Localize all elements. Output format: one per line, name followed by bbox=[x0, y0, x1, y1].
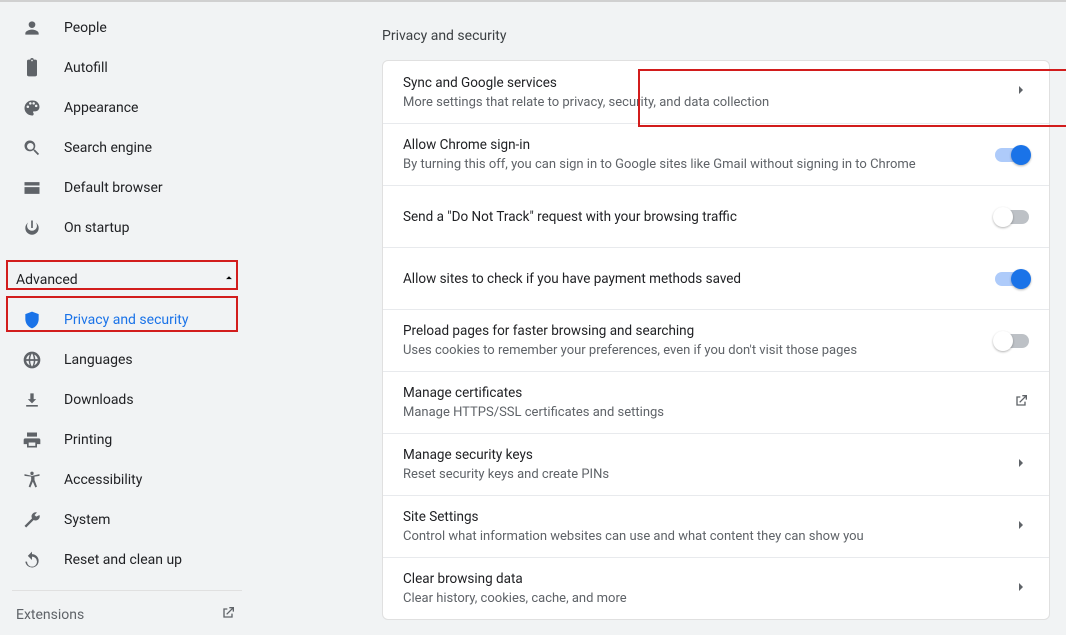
row-title: Send a "Do Not Track" request with your … bbox=[403, 209, 979, 225]
sidebar-item-label: Autofill bbox=[64, 60, 108, 76]
sidebar-item-default-browser[interactable]: Default browser bbox=[0, 168, 254, 208]
sidebar-item-label: Search engine bbox=[64, 140, 152, 156]
setting-row-sync[interactable]: Sync and Google services More settings th… bbox=[383, 61, 1049, 123]
toggle-payments[interactable] bbox=[995, 272, 1029, 286]
setting-row-clear[interactable]: Clear browsing data Clear history, cookie… bbox=[383, 557, 1049, 619]
sidebar-item-label: Default browser bbox=[64, 180, 163, 196]
person-icon bbox=[22, 18, 42, 38]
sidebar-item-autofill[interactable]: Autofill bbox=[0, 48, 254, 88]
setting-row-preload[interactable]: Preload pages for faster browsing and se… bbox=[383, 309, 1049, 371]
palette-icon bbox=[22, 98, 42, 118]
row-subtitle: By turning this off, you can sign in to … bbox=[403, 157, 979, 172]
setting-row-seckeys[interactable]: Manage security keys Reset security keys … bbox=[383, 433, 1049, 495]
setting-row-payments[interactable]: Allow sites to check if you have payment… bbox=[383, 247, 1049, 309]
sidebar-item-accessibility[interactable]: Accessibility bbox=[0, 460, 254, 500]
sidebar-item-downloads[interactable]: Downloads bbox=[0, 380, 254, 420]
restore-icon bbox=[22, 550, 42, 570]
row-subtitle: More settings that relate to privacy, se… bbox=[403, 95, 997, 110]
row-subtitle: Reset security keys and create PINs bbox=[403, 467, 997, 482]
row-title: Site Settings bbox=[403, 509, 997, 525]
sidebar-item-label: Languages bbox=[64, 352, 133, 368]
launch-icon bbox=[220, 605, 236, 625]
sidebar-item-label: Reset and clean up bbox=[64, 552, 182, 568]
sidebar-item-appearance[interactable]: Appearance bbox=[0, 88, 254, 128]
setting-row-dnt[interactable]: Send a "Do Not Track" request with your … bbox=[383, 185, 1049, 247]
setting-row-sitesettings[interactable]: Site Settings Control what information we… bbox=[383, 495, 1049, 557]
sidebar-item-privacy[interactable]: Privacy and security bbox=[0, 300, 254, 340]
sidebar-advanced-label: Advanced bbox=[16, 272, 78, 288]
sidebar-item-label: Privacy and security bbox=[64, 312, 188, 328]
wrench-icon bbox=[22, 510, 42, 530]
row-title: Sync and Google services bbox=[403, 75, 997, 91]
shield-icon bbox=[22, 310, 42, 330]
sidebar-item-label: People bbox=[64, 20, 107, 36]
sidebar-item-label: On startup bbox=[64, 220, 130, 236]
sidebar-item-label: System bbox=[64, 512, 110, 528]
print-icon bbox=[22, 430, 42, 450]
toggle-preload[interactable] bbox=[995, 334, 1029, 348]
sidebar-item-search-engine[interactable]: Search engine bbox=[0, 128, 254, 168]
row-title: Clear browsing data bbox=[403, 571, 997, 587]
sidebar-item-on-startup[interactable]: On startup bbox=[0, 208, 254, 248]
sidebar-extensions-label: Extensions bbox=[16, 607, 84, 623]
row-subtitle: Uses cookies to remember your preference… bbox=[403, 343, 979, 358]
accessibility-icon bbox=[22, 470, 42, 490]
row-subtitle: Control what information websites can us… bbox=[403, 529, 997, 544]
toggle-dnt[interactable] bbox=[995, 210, 1029, 224]
sidebar-item-label: Printing bbox=[64, 432, 112, 448]
sidebar-item-languages[interactable]: Languages bbox=[0, 340, 254, 380]
sidebar-divider bbox=[12, 590, 242, 591]
setting-row-signin[interactable]: Allow Chrome sign-in By turning this off,… bbox=[383, 123, 1049, 185]
settings-main: Privacy and security Sync and Google ser… bbox=[254, 2, 1066, 622]
row-subtitle: Clear history, cookies, cache, and more bbox=[403, 591, 997, 606]
search-icon bbox=[22, 138, 42, 158]
sidebar-item-people[interactable]: People bbox=[0, 8, 254, 48]
toggle-signin[interactable] bbox=[995, 148, 1029, 162]
sidebar-item-system[interactable]: System bbox=[0, 500, 254, 540]
settings-card: Sync and Google services More settings th… bbox=[382, 60, 1050, 620]
chevron-right-icon bbox=[1013, 455, 1029, 475]
row-title: Allow Chrome sign-in bbox=[403, 137, 979, 153]
download-icon bbox=[22, 390, 42, 410]
sidebar-item-label: Appearance bbox=[64, 100, 138, 116]
row-subtitle: Manage HTTPS/SSL certificates and settin… bbox=[403, 405, 997, 420]
sidebar-item-label: Accessibility bbox=[64, 472, 142, 488]
globe-icon bbox=[22, 350, 42, 370]
browser-icon bbox=[22, 178, 42, 198]
chevron-right-icon bbox=[1013, 82, 1029, 102]
sidebar-extensions[interactable]: Extensions bbox=[0, 595, 254, 635]
chevron-right-icon bbox=[1013, 517, 1029, 537]
sidebar-item-reset[interactable]: Reset and clean up bbox=[0, 540, 254, 580]
sidebar-item-label: Downloads bbox=[64, 392, 134, 408]
sidebar-item-printing[interactable]: Printing bbox=[0, 420, 254, 460]
row-title: Allow sites to check if you have payment… bbox=[403, 271, 979, 287]
power-icon bbox=[22, 218, 42, 238]
chevron-right-icon bbox=[1013, 579, 1029, 599]
setting-row-certs[interactable]: Manage certificates Manage HTTPS/SSL cert… bbox=[383, 371, 1049, 433]
row-title: Manage certificates bbox=[403, 385, 997, 401]
row-title: Preload pages for faster browsing and se… bbox=[403, 323, 979, 339]
clipboard-icon bbox=[22, 58, 42, 78]
row-title: Manage security keys bbox=[403, 447, 997, 463]
chevron-up-icon bbox=[222, 271, 236, 289]
section-title: Privacy and security bbox=[382, 28, 1050, 44]
sidebar-advanced-toggle[interactable]: Advanced bbox=[0, 260, 254, 300]
launch-icon bbox=[1013, 393, 1029, 413]
settings-sidebar: People Autofill Appearance Search engine Def… bbox=[0, 2, 254, 622]
